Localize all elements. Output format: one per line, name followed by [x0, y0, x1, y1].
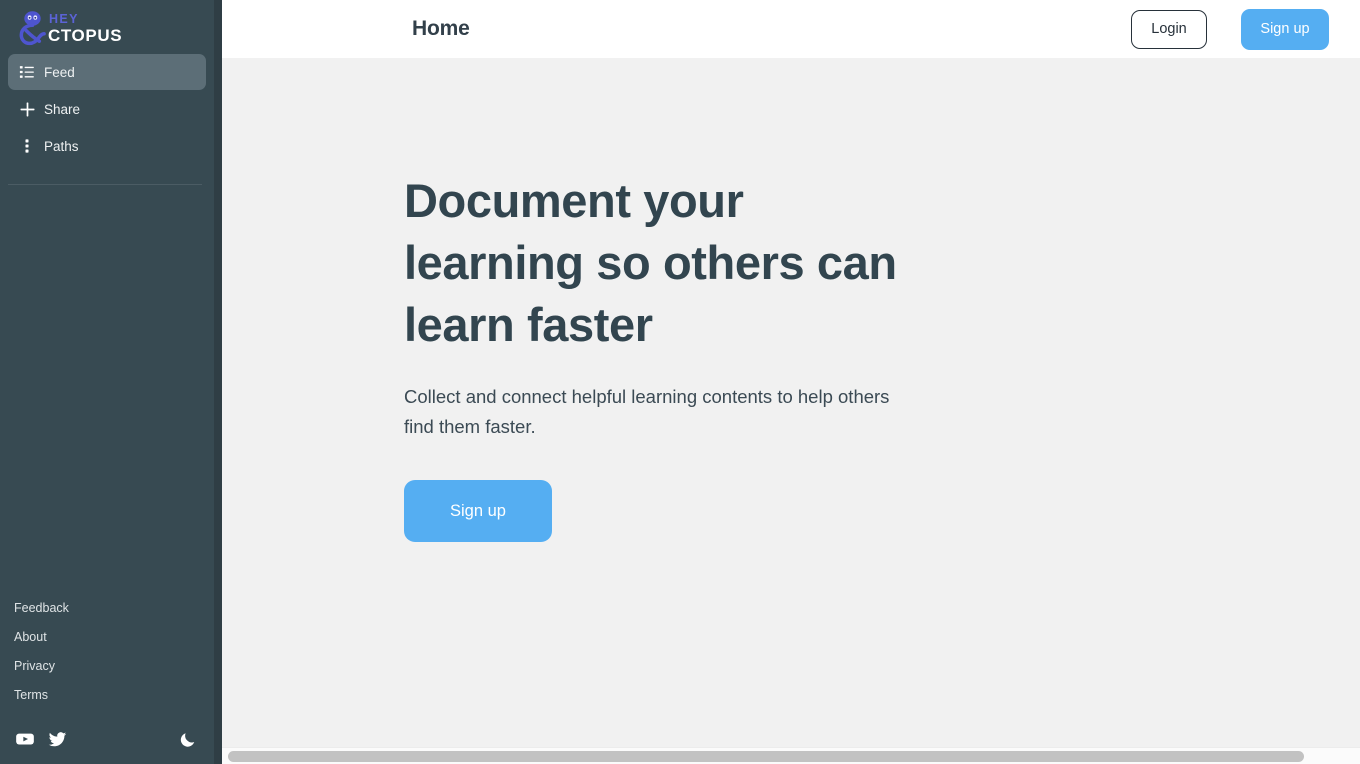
sidebar-item-label: Paths [44, 138, 79, 154]
sidebar-item-share[interactable]: Share [8, 91, 206, 127]
top-bar: Home Login Sign up [222, 0, 1360, 58]
plus-icon [10, 101, 44, 118]
list-icon [10, 64, 44, 80]
signup-button-header[interactable]: Sign up [1241, 8, 1329, 50]
sidebar-inner: HEY CTOPUS Feed Share Paths Feedback Abo… [0, 0, 214, 764]
horizontal-scrollbar[interactable] [222, 747, 1360, 764]
footer-link-privacy[interactable]: Privacy [14, 652, 214, 681]
sidebar: HEY CTOPUS Feed Share Paths Feedback Abo… [0, 0, 222, 764]
login-button[interactable]: Login [1131, 9, 1207, 49]
hero-subtitle: Collect and connect helpful learning con… [404, 386, 890, 437]
footer-link-feedback[interactable]: Feedback [14, 594, 214, 623]
twitter-icon[interactable] [44, 728, 70, 750]
octopus-icon [12, 8, 52, 48]
youtube-icon[interactable] [12, 728, 38, 750]
footer-link-about[interactable]: About [14, 623, 214, 652]
moon-icon[interactable] [176, 728, 198, 750]
footer-link-terms[interactable]: Terms [14, 681, 214, 710]
sidebar-social-row [0, 722, 214, 764]
brand-name-ctopus: CTOPUS [48, 25, 123, 45]
horizontal-scrollbar-thumb[interactable] [228, 751, 1304, 762]
dots-vertical-icon [10, 138, 44, 154]
sidebar-footer-links: Feedback About Privacy Terms [0, 594, 214, 722]
signup-button-hero[interactable]: Sign up [404, 480, 552, 542]
sidebar-item-label: Share [44, 101, 81, 117]
page-title: Home [412, 17, 470, 40]
sidebar-item-paths[interactable]: Paths [8, 128, 206, 164]
hero-title: Document your learning so others can lea… [404, 174, 897, 351]
top-bar-actions: Login Sign up [1131, 8, 1329, 50]
app-root: HEY CTOPUS Feed Share Paths Feedback Abo… [0, 0, 1360, 764]
sidebar-item-feed[interactable]: Feed [8, 54, 206, 90]
content-area: Home Login Sign up Document your learnin… [222, 0, 1360, 764]
brand-logo[interactable]: HEY CTOPUS [0, 0, 214, 50]
brand-wordmark: HEY CTOPUS [48, 13, 122, 44]
sidebar-item-label: Feed [44, 64, 75, 80]
brand-name-hey: HEY [49, 12, 79, 27]
hero-section: Document your learning so others can lea… [222, 58, 1360, 764]
sidebar-nav: Feed Share Paths [0, 50, 214, 165]
